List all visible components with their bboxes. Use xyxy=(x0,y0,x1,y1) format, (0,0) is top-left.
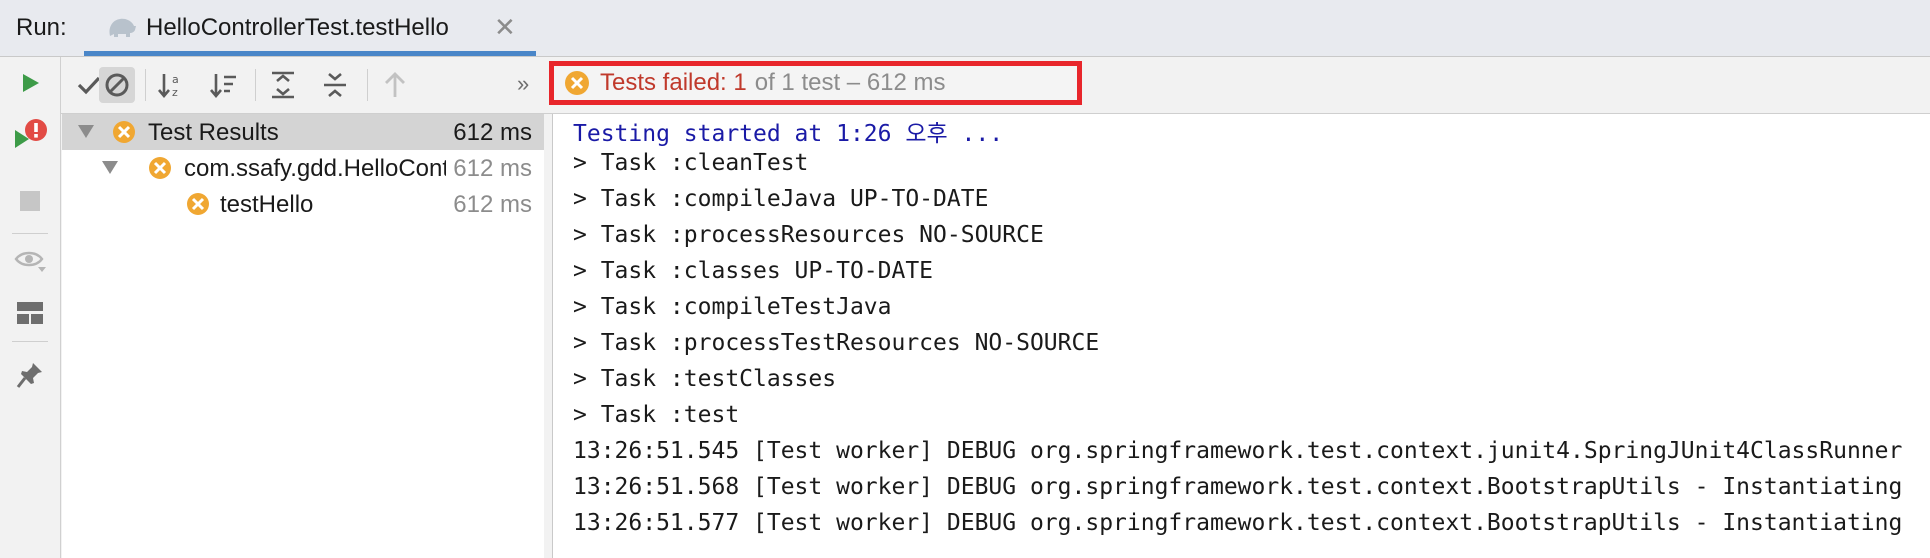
console-line: > Task :test xyxy=(573,402,740,428)
console-line: > Task :compileJava UP-TO-DATE xyxy=(573,186,989,212)
console-output[interactable]: Testing started at 1:26 오후 ... > Task :c… xyxy=(553,114,1930,558)
tree-row-test-method[interactable]: testHello 612 ms xyxy=(62,186,544,222)
close-icon[interactable]: ✕ xyxy=(494,12,516,43)
active-tab-underline xyxy=(84,51,536,56)
toolbar-separator xyxy=(367,69,368,101)
tree-row-label: Test Results xyxy=(148,119,279,146)
rerun-button[interactable] xyxy=(12,65,48,101)
previous-failed-button[interactable] xyxy=(377,67,413,103)
tree-row-test-class[interactable]: com.ssafy.gdd.HelloControllerTest 612 ms xyxy=(62,150,544,186)
svg-text:z: z xyxy=(172,86,178,99)
side-toolbar xyxy=(0,57,61,558)
checkmark-icon xyxy=(77,76,101,95)
sort-alpha-icon: a z xyxy=(158,73,179,99)
splitter-handle[interactable] xyxy=(544,114,553,558)
eye-icon xyxy=(14,251,46,272)
console-line: 13:26:51.545 [Test worker] DEBUG org.spr… xyxy=(573,438,1903,464)
tree-row-label: testHello xyxy=(220,191,314,218)
collapse-all-icon xyxy=(324,73,346,97)
tree-row-duration: 612 ms xyxy=(453,155,532,182)
run-tab[interactable]: HelloControllerTest.testHello ✕ xyxy=(84,0,536,56)
expand-arrow-icon[interactable] xyxy=(78,125,94,138)
rerun-failed-icon xyxy=(15,119,47,148)
toolbar-separator xyxy=(145,69,146,101)
console-line: > Task :cleanTest xyxy=(573,150,809,176)
sort-alphabetically-button[interactable]: a z xyxy=(153,67,189,103)
console-line: > Task :classes UP-TO-DATE xyxy=(573,258,934,284)
collapse-all-button[interactable] xyxy=(317,67,353,103)
run-label: Run: xyxy=(16,14,67,41)
run-tab-bar: Run: HelloControllerTest.testHello ✕ xyxy=(0,0,1930,57)
console-line: > Task :processResources NO-SOURCE xyxy=(573,222,1044,248)
console-line: Testing started at 1:26 오후 ... xyxy=(573,121,1004,147)
tests-total-duration: of 1 test – 612 ms xyxy=(754,69,946,96)
play-icon xyxy=(23,74,39,92)
view-button[interactable] xyxy=(12,243,48,279)
ignored-icon xyxy=(105,73,129,97)
console-line: 13:26:51.568 [Test worker] DEBUG org.spr… xyxy=(573,474,1903,500)
test-results-tree: Test Results 612 ms com.ssafy.gdd.HelloC… xyxy=(62,114,545,558)
tree-row-duration: 612 ms xyxy=(453,191,532,218)
test-status-summary: Tests failed: 1 of 1 test – 612 ms xyxy=(549,61,1082,105)
svg-text:a: a xyxy=(172,73,179,86)
expand-arrow-icon[interactable] xyxy=(102,161,118,174)
test-failed-icon xyxy=(149,157,171,179)
more-actions-icon[interactable]: » xyxy=(517,71,529,97)
toolbar-separator xyxy=(12,233,48,234)
show-ignored-button[interactable] xyxy=(99,67,135,103)
test-failed-icon xyxy=(187,193,209,215)
console-line: 13:26:51.577 [Test worker] DEBUG org.spr… xyxy=(573,510,1903,536)
layout-icon xyxy=(17,302,43,324)
gradle-elephant-icon xyxy=(109,18,136,37)
tree-row-test-results[interactable]: Test Results 612 ms xyxy=(62,114,544,150)
layout-button[interactable] xyxy=(12,295,48,331)
console-line: > Task :compileTestJava xyxy=(573,294,892,320)
pin-tab-button[interactable] xyxy=(12,357,48,393)
console-line: > Task :processTestResources NO-SOURCE xyxy=(573,330,1100,356)
tests-failed-count: Tests failed: 1 xyxy=(600,69,747,96)
run-tab-title: HelloControllerTest.testHello xyxy=(146,14,449,41)
test-toolbar: a z » Tests failed: 1 of 1 test – 612 ms xyxy=(61,57,1930,114)
arrow-up-icon xyxy=(385,72,405,97)
tree-row-label: com.ssafy.gdd.HelloControllerTest xyxy=(184,155,446,182)
test-failed-icon xyxy=(565,71,589,95)
pin-icon xyxy=(16,363,42,388)
expand-all-icon xyxy=(272,71,294,99)
sort-duration-icon xyxy=(210,74,236,99)
toolbar-separator xyxy=(255,69,256,101)
sort-by-duration-button[interactable] xyxy=(205,67,241,103)
toolbar-separator xyxy=(12,341,48,342)
console-line: > Task :testClasses xyxy=(573,366,837,392)
expand-all-button[interactable] xyxy=(265,67,301,103)
rerun-failed-button[interactable] xyxy=(12,117,48,153)
tree-row-duration: 612 ms xyxy=(453,119,532,146)
test-failed-icon xyxy=(113,121,135,143)
stop-icon xyxy=(20,191,40,211)
stop-button[interactable] xyxy=(12,183,48,219)
